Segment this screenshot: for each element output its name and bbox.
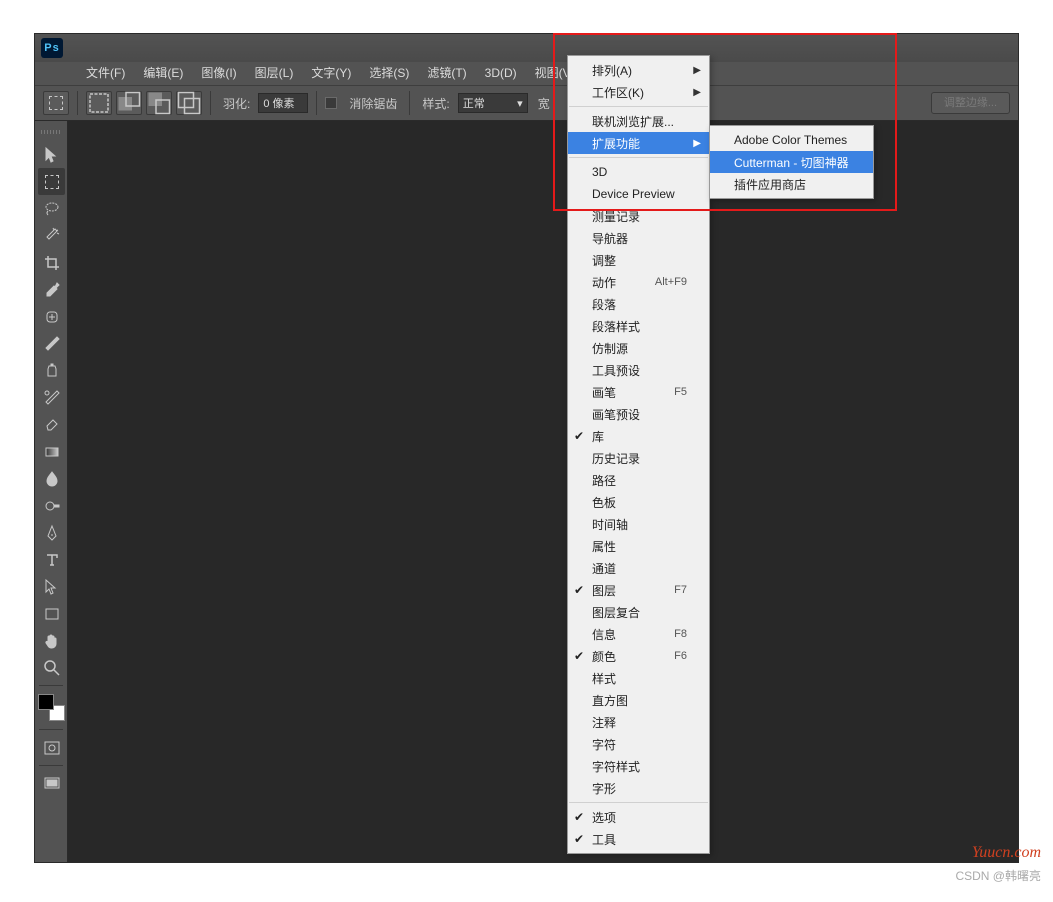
hand-tool[interactable] <box>38 627 65 654</box>
type-tool[interactable] <box>38 546 65 573</box>
tool-preset-icon[interactable] <box>43 91 69 115</box>
menu-item[interactable]: 3D <box>568 161 709 183</box>
menu-item[interactable]: 动作Alt+F9 <box>568 271 709 293</box>
menu-item[interactable]: 段落 <box>568 293 709 315</box>
canvas-area[interactable] <box>68 121 1018 862</box>
menu-3d[interactable]: 3D(D) <box>476 62 526 85</box>
ps-logo: Ps <box>41 38 63 58</box>
zoom-tool[interactable] <box>38 654 65 681</box>
menu-item[interactable]: 字符样式 <box>568 755 709 777</box>
menu-item[interactable]: 色板 <box>568 491 709 513</box>
width-label: 宽 <box>538 95 550 112</box>
lasso-tool[interactable] <box>38 195 65 222</box>
menu-item[interactable]: Device Preview <box>568 183 709 205</box>
submenu-item[interactable]: 插件应用商店 <box>710 173 873 195</box>
menu-item[interactable]: 导航器 <box>568 227 709 249</box>
pen-tool[interactable] <box>38 519 65 546</box>
menu-item[interactable]: ✔颜色F6 <box>568 645 709 667</box>
titlebar: Ps <box>35 34 1018 62</box>
crop-tool[interactable] <box>38 249 65 276</box>
menu-item[interactable]: 字符 <box>568 733 709 755</box>
menu-file[interactable]: 文件(F) <box>77 62 134 85</box>
menu-item[interactable]: 图层复合 <box>568 601 709 623</box>
eraser-tool[interactable] <box>38 411 65 438</box>
menu-item[interactable]: ✔工具 <box>568 828 709 850</box>
menu-item[interactable]: 画笔预设 <box>568 403 709 425</box>
menu-item[interactable]: 调整 <box>568 249 709 271</box>
menu-item[interactable]: 测量记录 <box>568 205 709 227</box>
selection-intersect-icon[interactable] <box>176 91 202 115</box>
feather-label: 羽化: <box>223 95 250 112</box>
menu-filter[interactable]: 滤镜(T) <box>418 62 475 85</box>
magic-wand-tool[interactable] <box>38 222 65 249</box>
menu-item[interactable]: 联机浏览扩展... <box>568 110 709 132</box>
menu-item[interactable]: 时间轴 <box>568 513 709 535</box>
menu-item[interactable]: 字形 <box>568 777 709 799</box>
watermark-csdn: CSDN @韩曙亮 <box>955 867 1041 884</box>
style-label: 样式: <box>422 95 449 112</box>
menu-image[interactable]: 图像(I) <box>192 62 245 85</box>
selection-new-icon[interactable] <box>86 91 112 115</box>
foreground-color-swatch[interactable] <box>38 694 54 710</box>
marquee-tool[interactable] <box>38 168 65 195</box>
blur-tool[interactable] <box>38 465 65 492</box>
watermark-yuucn: Yuucn.com <box>972 844 1041 862</box>
healing-tool[interactable] <box>38 303 65 330</box>
menu-item[interactable]: ✔选项 <box>568 806 709 828</box>
selection-add-icon[interactable] <box>116 91 142 115</box>
menu-item[interactable]: 排列(A)▶ <box>568 59 709 81</box>
rectangle-tool[interactable] <box>38 600 65 627</box>
menu-layer[interactable]: 图层(L) <box>246 62 303 85</box>
options-bar: 羽化: 消除锯齿 样式: 正常▾ 宽 调整边缘... <box>35 85 1018 121</box>
menu-item[interactable]: 通道 <box>568 557 709 579</box>
feather-input[interactable] <box>258 93 308 113</box>
refine-edge-button[interactable]: 调整边缘... <box>931 92 1010 114</box>
submenu-item[interactable]: Cutterman - 切图神器 <box>710 151 873 173</box>
menu-item[interactable]: 直方图 <box>568 689 709 711</box>
path-select-tool[interactable] <box>38 573 65 600</box>
menu-edit[interactable]: 编辑(E) <box>134 62 192 85</box>
selection-subtract-icon[interactable] <box>146 91 172 115</box>
clone-tool[interactable] <box>38 357 65 384</box>
window-menu-dropdown: 排列(A)▶工作区(K)▶ 联机浏览扩展...扩展功能▶ 3DDevice Prev… <box>567 55 710 854</box>
move-tool[interactable] <box>38 141 65 168</box>
submenu-item[interactable]: Adobe Color Themes <box>710 129 873 151</box>
panel-grip[interactable] <box>39 127 63 137</box>
menu-item[interactable]: 段落样式 <box>568 315 709 337</box>
menu-item[interactable]: 注释 <box>568 711 709 733</box>
menu-item[interactable]: 路径 <box>568 469 709 491</box>
style-select[interactable]: 正常▾ <box>458 93 528 113</box>
menu-item[interactable]: 属性 <box>568 535 709 557</box>
menu-item[interactable]: 信息F8 <box>568 623 709 645</box>
gradient-tool[interactable] <box>38 438 65 465</box>
menu-item[interactable]: 画笔F5 <box>568 381 709 403</box>
quickmask-tool[interactable] <box>38 734 65 761</box>
menu-item[interactable]: 样式 <box>568 667 709 689</box>
menu-item[interactable]: 工作区(K)▶ <box>568 81 709 103</box>
menu-item[interactable]: ✔图层F7 <box>568 579 709 601</box>
menu-item[interactable]: ✔库 <box>568 425 709 447</box>
menu-item[interactable]: 仿制源 <box>568 337 709 359</box>
eyedropper-tool[interactable] <box>38 276 65 303</box>
menu-item[interactable]: 扩展功能▶ <box>568 132 709 154</box>
dodge-tool[interactable] <box>38 492 65 519</box>
history-brush-tool[interactable] <box>38 384 65 411</box>
color-swatches[interactable] <box>38 694 65 721</box>
menu-item[interactable]: 工具预设 <box>568 359 709 381</box>
tools-panel <box>35 121 68 862</box>
menubar: 文件(F) 编辑(E) 图像(I) 图层(L) 文字(Y) 选择(S) 滤镜(T… <box>35 62 1018 85</box>
menu-select[interactable]: 选择(S) <box>360 62 418 85</box>
antialias-checkbox[interactable] <box>325 97 337 109</box>
screenmode-tool[interactable] <box>38 770 65 797</box>
antialias-label: 消除锯齿 <box>349 95 397 112</box>
menu-type[interactable]: 文字(Y) <box>302 62 360 85</box>
brush-tool[interactable] <box>38 330 65 357</box>
extensions-submenu: Adobe Color ThemesCutterman - 切图神器插件应用商店 <box>709 125 874 199</box>
menu-item[interactable]: 历史记录 <box>568 447 709 469</box>
